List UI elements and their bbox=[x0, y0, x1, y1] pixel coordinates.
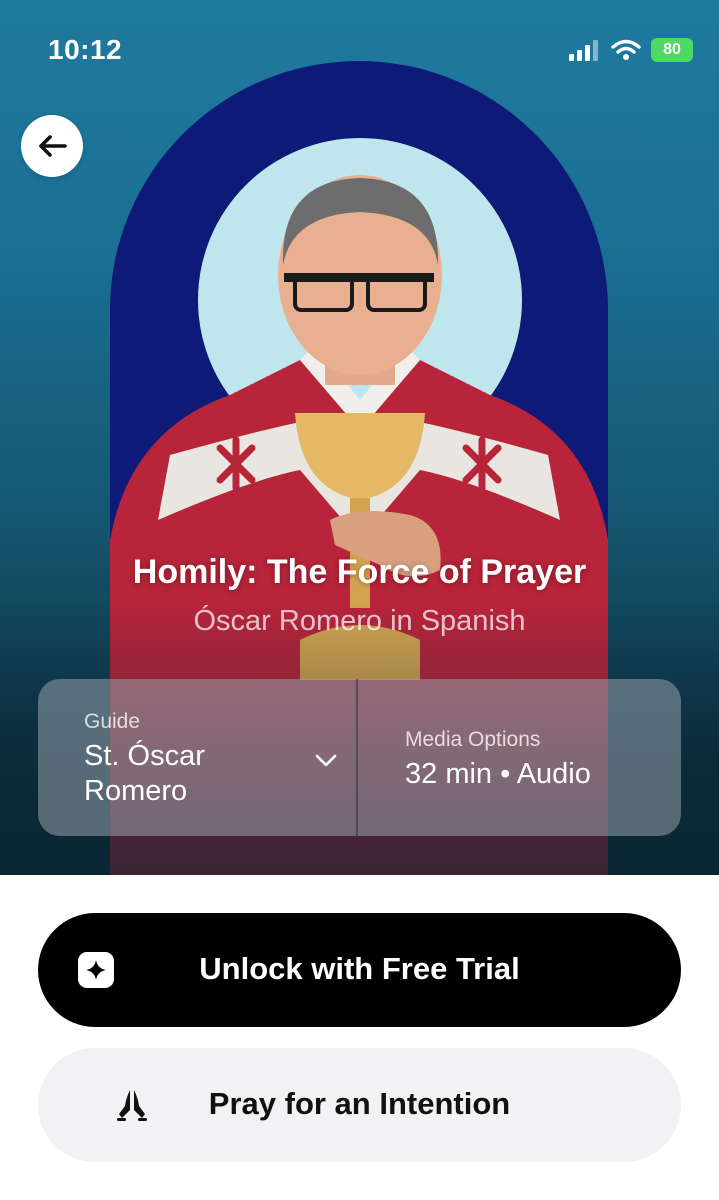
chevron-down-icon bbox=[315, 754, 337, 767]
status-time: 10:12 bbox=[48, 34, 123, 65]
arrow-left-icon bbox=[39, 135, 67, 157]
unlock-free-trial-button[interactable]: Unlock with Free Trial bbox=[38, 913, 681, 1027]
cellular-signal-icon bbox=[569, 40, 598, 61]
info-panel: Guide St. Óscar Romero Media Options 32 … bbox=[38, 679, 681, 836]
battery-level: 80 bbox=[663, 41, 681, 58]
pray-intention-label: Pray for an Intention bbox=[208, 1086, 511, 1121]
battery-indicator: 80 bbox=[651, 38, 693, 62]
back-button[interactable] bbox=[21, 115, 83, 177]
wifi-icon bbox=[611, 39, 641, 60]
pray-intention-button[interactable]: Pray for an Intention bbox=[38, 1048, 681, 1162]
page-title: Homily: The Force of Prayer bbox=[132, 553, 587, 591]
guide-value: St. Óscar Romero bbox=[84, 740, 205, 807]
media-options-value: 32 min • Audio bbox=[405, 758, 591, 790]
hero-artwork-area: 10:12 80 Homily: The Force of Prayer Ósc… bbox=[0, 0, 719, 875]
status-indicators: 80 bbox=[569, 38, 693, 62]
guide-selector[interactable]: Guide St. Óscar Romero bbox=[38, 679, 358, 836]
guide-label: Guide bbox=[84, 710, 141, 733]
media-options[interactable]: Media Options 32 min • Audio bbox=[358, 679, 681, 836]
page-subtitle: Óscar Romero in Spanish bbox=[193, 605, 526, 637]
media-options-label: Media Options bbox=[405, 728, 541, 751]
unlock-free-trial-label: Unlock with Free Trial bbox=[199, 951, 520, 986]
